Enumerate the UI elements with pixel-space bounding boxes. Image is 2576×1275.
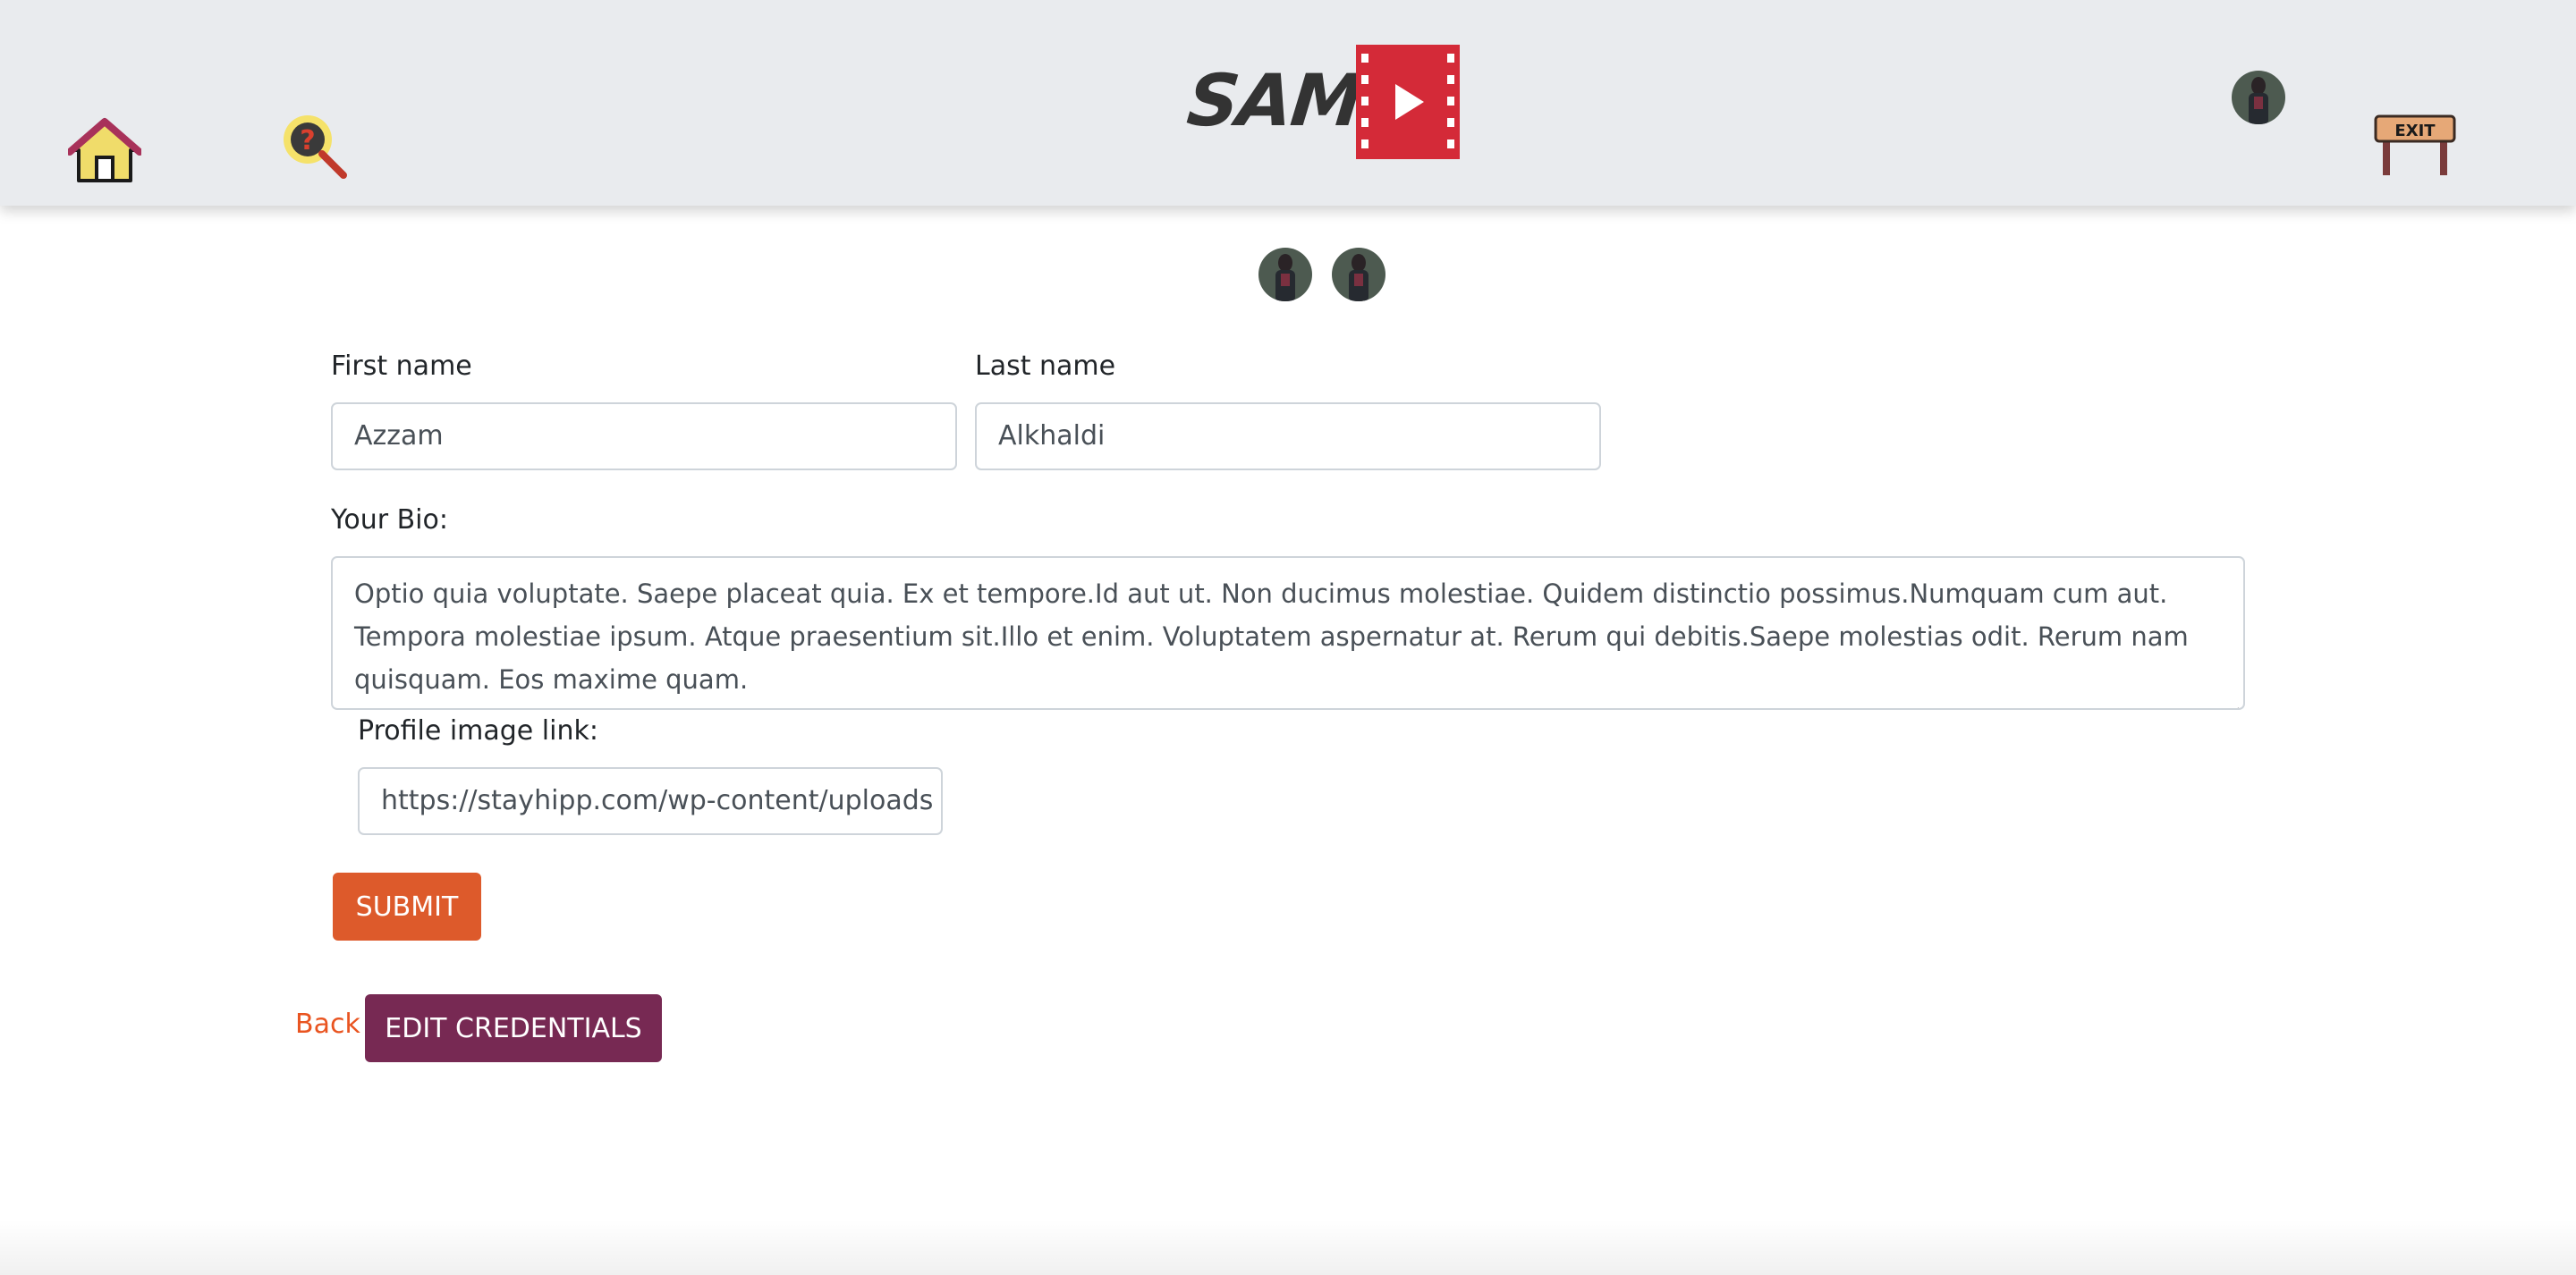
bio-text: Optio quia voluptate. Saepe placeat quia… [354,578,2189,695]
first-name-label: First name [331,350,472,382]
edit-credentials-button[interactable]: EDIT CREDENTIALS [365,994,662,1062]
film-play-icon [1356,45,1460,159]
profile-image-label: Profile image link: [358,715,598,747]
top-navbar: ? SAMG EXIT [0,0,2576,206]
exit-sign-text: EXIT [2394,122,2436,140]
user-avatar[interactable] [2231,70,2286,125]
submit-button[interactable]: SUBMIT [333,873,481,941]
back-link[interactable]: Back [295,1007,360,1043]
exit-sign-icon[interactable]: EXIT [2374,114,2456,177]
first-name-input[interactable]: Azzam [331,402,957,470]
footer-shadow [0,1220,2576,1275]
profile-image-input[interactable]: https://stayhipp.com/wp-content/uploads [358,767,943,835]
avatar [1331,247,1386,302]
last-name-label: Last name [975,350,1116,382]
avatar [1258,247,1313,302]
bio-label: Your Bio: [331,504,448,536]
home-icon[interactable] [66,116,143,184]
resize-handle-icon[interactable] [2225,690,2240,708]
site-logo[interactable]: SAMG [1183,45,1460,159]
bio-textarea[interactable]: Optio quia voluptate. Saepe placeat quia… [331,556,2245,710]
help-search-icon[interactable]: ? [281,113,349,181]
svg-text:?: ? [300,125,315,156]
last-name-input[interactable]: Alkhaldi [975,402,1601,470]
